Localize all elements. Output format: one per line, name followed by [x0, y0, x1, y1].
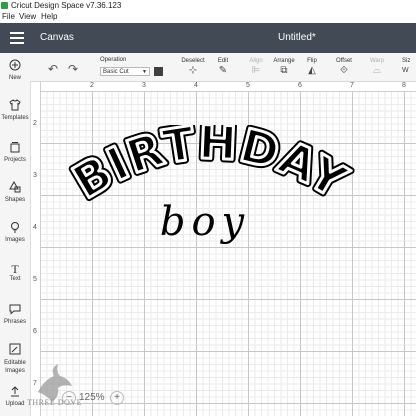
- ruler-tick-label: 3: [33, 172, 37, 179]
- zoom-level: 125%: [79, 392, 105, 403]
- sidebar-item-images[interactable]: Images: [0, 221, 30, 243]
- sidebar-item-shapes[interactable]: Shapes: [0, 180, 30, 203]
- sidebar-label-projects: Projects: [4, 157, 26, 163]
- upload-icon: [0, 385, 30, 401]
- menu-bar: File View Help: [0, 11, 416, 23]
- text-icon: T: [11, 262, 19, 276]
- sidebar-label-new: New: [8, 75, 21, 81]
- deselect-icon: ⊹: [188, 65, 198, 76]
- sidebar-item-editable-images[interactable]: Editable Images: [0, 343, 30, 375]
- sidebar-label-shapes: Shapes: [4, 197, 26, 203]
- sidebar-item-projects[interactable]: Projects: [0, 141, 30, 163]
- pen-icon: ✎: [218, 65, 228, 76]
- ruler-tick-label: 2: [33, 120, 37, 127]
- sidebar-label-phrases: Phrases: [3, 319, 26, 325]
- align-icon: ⊫: [251, 65, 261, 76]
- edit-button[interactable]: Edit ✎: [210, 57, 236, 77]
- undo-icon[interactable]: ↶: [48, 62, 58, 76]
- warp-button[interactable]: Warp ⌓: [366, 57, 388, 77]
- operation-label: Operation: [100, 57, 127, 63]
- ruler-tick-label: 4: [33, 224, 37, 231]
- size-input[interactable]: W: [402, 65, 416, 77]
- ruler-tick-label: 4: [194, 82, 198, 89]
- ruler-tick-label: 3: [142, 82, 146, 89]
- ruler-tick-label: 6: [33, 328, 37, 335]
- flip-button[interactable]: Flip ◭: [302, 57, 322, 77]
- deselect-button[interactable]: Deselect ⊹: [180, 57, 206, 77]
- chevron-down-icon: ▼: [142, 69, 147, 75]
- sidebar-item-upload[interactable]: Upload: [0, 385, 30, 407]
- app-header: Canvas Untitled*: [0, 23, 416, 53]
- ruler-top: 2 3 4 5 6 7 8: [40, 82, 416, 92]
- editable-image-icon: [0, 343, 30, 359]
- menu-view[interactable]: View: [19, 11, 36, 23]
- sidebar-label-editable-images: Editable Images: [4, 360, 26, 374]
- shirt-icon: [0, 99, 30, 115]
- warp-label: Warp: [369, 58, 385, 64]
- shapes-icon: [0, 180, 30, 197]
- ruler-tick-label: 6: [298, 82, 302, 89]
- align-label: Align: [249, 58, 263, 64]
- menu-help[interactable]: Help: [41, 11, 57, 23]
- arrange-label: Arrange: [273, 58, 295, 64]
- plus-icon: [0, 59, 30, 75]
- sidebar-label-templates: Templates: [1, 115, 29, 121]
- cricut-logo-icon: [1, 2, 8, 9]
- sidebar-label-text: Text: [9, 276, 21, 282]
- arrange-icon: ⧉: [280, 65, 288, 76]
- sidebar-item-phrases[interactable]: Phrases: [0, 303, 30, 325]
- align-button[interactable]: Align ⊫: [244, 57, 268, 77]
- ruler-tick-label: 5: [246, 82, 250, 89]
- window-title: Cricut Design Space v7.36.123: [11, 1, 122, 10]
- arrange-button[interactable]: Arrange ⧉: [270, 57, 298, 77]
- size-control[interactable]: Siz W: [402, 57, 416, 77]
- projects-icon: [0, 141, 30, 157]
- ruler-tick-label: 7: [350, 82, 354, 89]
- sidebar-item-text[interactable]: T Text: [0, 262, 30, 283]
- offset-label: Offset: [336, 58, 352, 64]
- ruler-tick-label: 5: [33, 276, 37, 283]
- edit-toolbar: ↶ ↷ Operation Basic Cut ▼ Deselect ⊹ Edi…: [30, 53, 416, 82]
- lightbulb-icon: [0, 221, 30, 237]
- ruler-tick-label: 2: [90, 82, 94, 89]
- sidebar-item-new[interactable]: New: [0, 59, 30, 81]
- color-swatch[interactable]: [154, 67, 163, 76]
- hamburger-menu-icon[interactable]: [10, 32, 24, 44]
- left-sidebar: New Templates Projects Shapes Images T T…: [0, 53, 31, 416]
- birthday-text[interactable]: BIRTHDAY: [62, 125, 357, 211]
- flip-label: Flip: [307, 58, 317, 64]
- boy-script-text[interactable]: boy: [160, 199, 250, 245]
- sidebar-label-upload: Upload: [5, 401, 25, 407]
- size-label: Siz: [402, 58, 411, 64]
- window-titlebar: Cricut Design Space v7.36.123: [0, 0, 416, 11]
- section-title: Canvas: [40, 32, 74, 43]
- warp-icon: ⌓: [373, 65, 381, 76]
- zoom-control: − 125% +: [62, 390, 127, 406]
- offset-button[interactable]: Offset ⟐: [332, 57, 356, 77]
- speech-bubble-icon: [0, 303, 30, 319]
- edit-label: Edit: [217, 58, 229, 64]
- offset-icon: ⟐: [340, 65, 348, 76]
- redo-icon[interactable]: ↷: [68, 62, 78, 76]
- operation-value: Basic Cut: [103, 69, 129, 75]
- sidebar-label-images: Images: [5, 237, 25, 243]
- operation-select[interactable]: Basic Cut ▼: [100, 67, 150, 76]
- ruler-tick-label: 8: [402, 82, 406, 89]
- flip-icon: ◭: [308, 65, 316, 76]
- sidebar-item-templates[interactable]: Templates: [0, 99, 30, 121]
- zoom-in-button[interactable]: +: [110, 391, 124, 405]
- zoom-out-button[interactable]: −: [62, 391, 76, 405]
- birthday-boy-design[interactable]: BIRTHDAY BIRTHDAY boy: [60, 125, 360, 255]
- document-title[interactable]: Untitled*: [278, 23, 316, 53]
- deselect-label: Deselect: [181, 58, 205, 64]
- menu-file[interactable]: File: [2, 11, 15, 23]
